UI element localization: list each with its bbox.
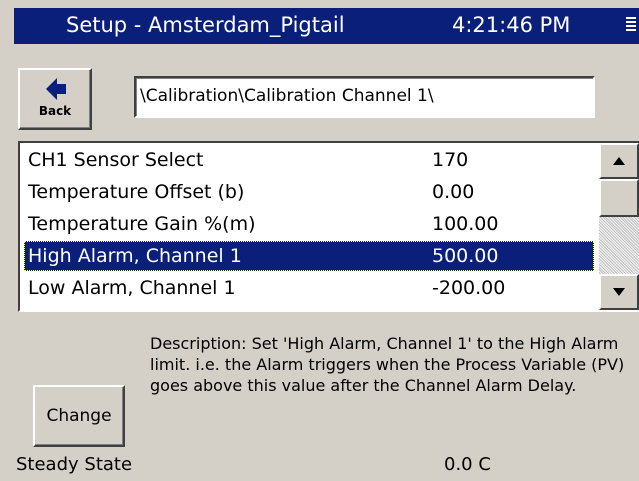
up-triangle-icon [613,157,625,165]
left-arrow-icon [46,78,66,100]
scroll-down-button[interactable] [599,274,639,310]
back-button-label: Back [38,104,72,118]
scroll-up-button[interactable] [599,143,639,179]
status-label: Steady State [16,454,133,475]
list-item-value: 100.00 [432,213,499,235]
list-item-selected[interactable]: High Alarm, Channel 1 500.00 [24,241,594,271]
title-bar: Setup - Amsterdam_Pigtail 4:21:46 PM [14,8,639,44]
list-item-name: CH1 Sensor Select [28,149,204,171]
hamburger-icon[interactable] [626,17,636,33]
list-item[interactable]: Temperature Offset (b) 0.00 [24,177,594,207]
scroll-thumb[interactable] [599,179,639,217]
change-button[interactable]: Change [33,385,125,447]
list-item[interactable]: CH1 Sensor Select 170 [24,145,594,175]
list-item[interactable]: Low Alarm, Channel 1 -200.00 [24,273,594,303]
clock-time: 4:21:46 PM [452,13,571,37]
window-title: Setup - Amsterdam_Pigtail [66,13,345,37]
settings-list[interactable]: CH1 Sensor Select 170 Temperature Offset… [18,141,639,312]
down-triangle-icon [613,288,625,296]
path-field[interactable]: \Calibration\Calibration Channel 1\ [134,76,595,118]
status-value: 0.0 C [444,454,491,475]
list-item-value: -200.00 [432,277,506,299]
list-item-value: 170 [432,149,469,171]
list-item-name: High Alarm, Channel 1 [28,245,242,267]
list-item-name: Low Alarm, Channel 1 [28,277,236,299]
back-button[interactable]: Back [18,68,92,130]
list-item[interactable]: Temperature Gain %(m) 100.00 [24,209,594,239]
list-item-name: Temperature Offset (b) [28,181,245,203]
list-item-value: 0.00 [432,181,475,203]
vertical-scrollbar[interactable] [599,143,639,310]
description-text: Description: Set 'High Alarm, Channel 1'… [150,334,625,395]
list-item-name: Temperature Gain %(m) [28,213,256,235]
list-item-value: 500.00 [432,245,499,267]
